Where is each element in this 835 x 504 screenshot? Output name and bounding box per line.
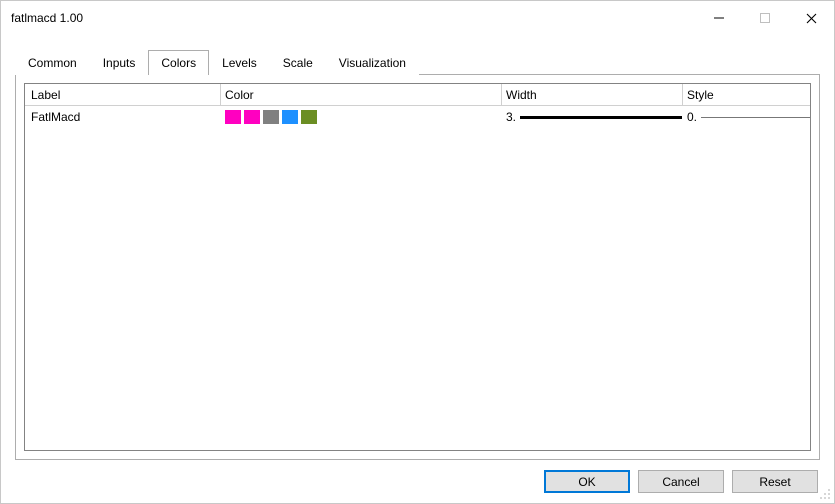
row-color-cell[interactable]: [221, 110, 501, 124]
dialog-buttons: OK Cancel Reset: [15, 460, 820, 493]
grid-row[interactable]: FatlMacd 3.: [25, 106, 810, 128]
window-title: fatlmacd 1.00: [11, 11, 83, 25]
tab-strip: Common Inputs Colors Levels Scale Visual…: [15, 49, 820, 74]
dialog-window: fatlmacd 1.00 Common Inputs Colors Level…: [0, 0, 835, 504]
minimize-icon: [714, 13, 724, 23]
row-width-cell[interactable]: 3.: [502, 110, 682, 124]
color-swatch-1[interactable]: [225, 110, 241, 124]
window-controls: [696, 1, 834, 35]
titlebar: fatlmacd 1.00: [1, 1, 834, 35]
width-value: 3.: [506, 110, 516, 124]
client-area: Common Inputs Colors Levels Scale Visual…: [1, 35, 834, 503]
column-header-width[interactable]: Width: [502, 88, 682, 102]
color-swatches: [225, 110, 317, 124]
tab-body-colors: Label Color Width Style FatlMacd: [15, 74, 820, 460]
tab-levels[interactable]: Levels: [209, 50, 270, 75]
tab-visualization[interactable]: Visualization: [326, 50, 419, 75]
color-swatch-2[interactable]: [244, 110, 260, 124]
row-label: FatlMacd: [25, 110, 220, 124]
reset-button[interactable]: Reset: [732, 470, 818, 493]
resize-grip[interactable]: [818, 487, 832, 501]
maximize-icon: [760, 13, 770, 23]
width-line-icon: [520, 116, 682, 119]
maximize-button: [742, 1, 788, 35]
minimize-button[interactable]: [696, 1, 742, 35]
style-line-icon: [701, 117, 810, 118]
tab-inputs[interactable]: Inputs: [90, 50, 149, 75]
column-header-style[interactable]: Style: [683, 88, 810, 102]
colors-grid: Label Color Width Style FatlMacd: [24, 83, 811, 451]
tab-common[interactable]: Common: [15, 50, 90, 75]
row-style-cell[interactable]: 0.: [683, 110, 810, 124]
column-header-label[interactable]: Label: [25, 88, 220, 102]
cancel-button[interactable]: Cancel: [638, 470, 724, 493]
close-icon: [806, 13, 817, 24]
color-swatch-3[interactable]: [263, 110, 279, 124]
color-swatch-5[interactable]: [301, 110, 317, 124]
tab-scale[interactable]: Scale: [270, 50, 326, 75]
grid-header: Label Color Width Style: [25, 84, 810, 106]
close-button[interactable]: [788, 1, 834, 35]
style-value: 0.: [687, 110, 697, 124]
ok-button[interactable]: OK: [544, 470, 630, 493]
tab-colors[interactable]: Colors: [148, 50, 209, 75]
color-swatch-4[interactable]: [282, 110, 298, 124]
column-header-color[interactable]: Color: [221, 88, 501, 102]
